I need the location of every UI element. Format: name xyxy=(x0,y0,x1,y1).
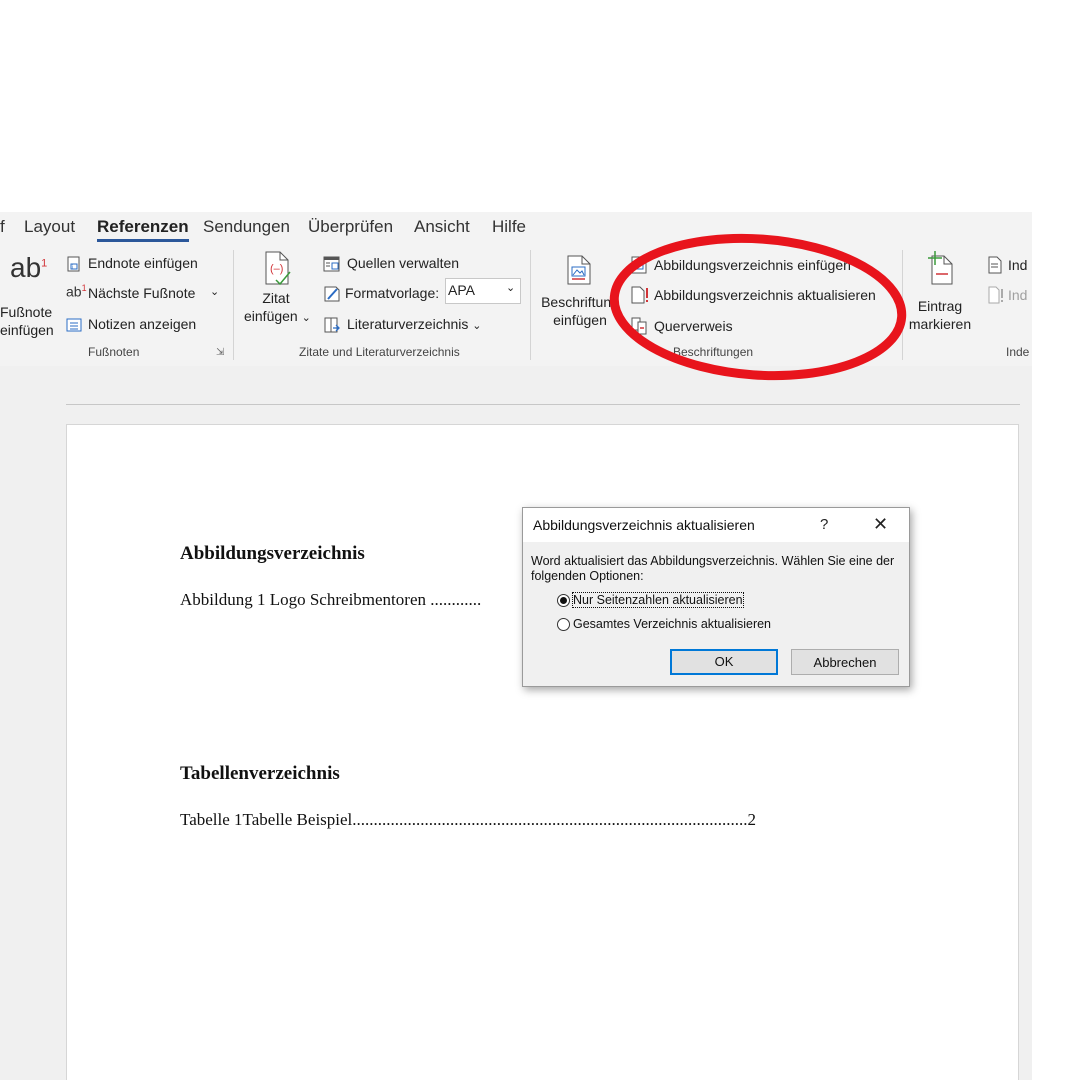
show-notes-label: Notizen anzeigen xyxy=(88,316,197,332)
radio-entire-table-label[interactable]: Gesamtes Verzeichnis aktualisieren xyxy=(573,617,771,631)
dialog-launcher-icon[interactable]: ⇲ xyxy=(216,347,224,358)
ok-button[interactable]: OK xyxy=(670,649,778,675)
update-index-icon xyxy=(988,286,1003,304)
caption-icon xyxy=(567,255,591,285)
help-icon[interactable]: ? xyxy=(820,516,828,533)
tables-heading: Tabellenverzeichnis xyxy=(180,763,340,784)
tab-view[interactable]: Ansicht xyxy=(414,217,470,237)
mark-entry-icon xyxy=(928,251,953,285)
tables-entry-page: 2 xyxy=(747,810,757,829)
update-table-dialog: Abbildungsverzeichnis aktualisieren ? ✕ … xyxy=(522,507,910,687)
footnote-icon: ab1 xyxy=(10,252,48,283)
svg-text:(–): (–) xyxy=(270,263,283,275)
group-label-index: Inde xyxy=(1006,345,1030,359)
close-icon[interactable]: ✕ xyxy=(873,514,888,535)
radio-entire-table[interactable] xyxy=(557,618,570,631)
style-icon xyxy=(324,286,340,302)
insert-endnote-label: Endnote einfügen xyxy=(88,255,198,271)
tab-mailings[interactable]: Sendungen xyxy=(203,217,290,237)
insert-citation-label-2: einfügen ⌄ xyxy=(244,308,311,324)
insert-footnote-button[interactable]: ab1 Fußnote einfügen xyxy=(0,250,62,338)
figures-heading: Abbildungsverzeichnis xyxy=(180,543,365,564)
insert-footnote-label-2: einfügen xyxy=(0,322,54,338)
radio-page-numbers-only[interactable] xyxy=(557,594,570,607)
group-label-footnotes: Fußnoten xyxy=(88,345,140,359)
tables-entry-dots: ........................................… xyxy=(352,810,748,829)
dialog-message: Word aktualisiert das Abbildungsverzeich… xyxy=(531,554,895,583)
svg-text:i: i xyxy=(72,265,73,271)
insert-footnote-label-1: Fußnote xyxy=(0,304,53,320)
figures-entry-dots: ............ xyxy=(430,590,482,609)
figures-entry-text: Abbildung 1 Logo Schreibmentoren xyxy=(180,590,426,609)
insert-citation-button[interactable]: (–) Zitat einfügen ⌄ xyxy=(244,250,311,335)
tab-help[interactable]: Hilfe xyxy=(492,217,526,237)
show-notes-icon xyxy=(66,318,82,332)
citation-icon: (–) xyxy=(265,251,291,286)
dialog-titlebar[interactable]: Abbildungsverzeichnis aktualisieren ? ✕ xyxy=(523,508,909,542)
red-highlight-ellipse xyxy=(609,233,907,381)
dialog-title: Abbildungsverzeichnis aktualisieren xyxy=(533,517,755,533)
manage-sources-icon xyxy=(323,256,340,272)
citation-style-select[interactable]: APA ⌄ xyxy=(445,278,521,304)
mark-entry-label-2: markieren xyxy=(908,316,972,332)
group-label-citations: Zitate und Literaturverzeichnis xyxy=(299,345,460,359)
mark-entry-label-1: Eintrag xyxy=(917,298,963,314)
chevron-down-icon[interactable]: ⌄ xyxy=(210,285,219,298)
ruler-line xyxy=(66,404,1020,405)
update-index-label: Ind xyxy=(1008,287,1028,303)
next-footnote-icon: ab1 xyxy=(66,283,87,300)
insert-index-icon xyxy=(988,256,1002,274)
tab-layout[interactable]: Layout xyxy=(24,217,75,237)
tab-review[interactable]: Überprüfen xyxy=(308,217,393,237)
next-footnote-label: Nächste Fußnote xyxy=(88,285,196,301)
tables-entry[interactable]: Tabelle 1Tabelle Beispiel...............… xyxy=(180,810,756,830)
group-separator xyxy=(530,250,531,360)
tab-references[interactable]: Referenzen xyxy=(97,217,189,242)
cancel-button[interactable]: Abbrechen xyxy=(791,649,899,675)
citation-style-value: APA xyxy=(448,282,475,298)
radio-page-numbers-only-label[interactable]: Nur Seitenzahlen aktualisieren xyxy=(572,592,744,608)
chevron-down-icon: ⌄ xyxy=(506,282,516,294)
group-separator xyxy=(233,250,234,360)
manage-sources-label: Quellen verwalten xyxy=(347,255,460,271)
figures-entry[interactable]: Abbildung 1 Logo Schreibmentoren .......… xyxy=(180,590,481,610)
insert-citation-label-1: Zitat xyxy=(262,290,290,306)
tab-file[interactable]: f xyxy=(0,217,5,237)
bibliography-label: Literaturverzeichnis ⌄ xyxy=(347,316,482,332)
mark-entry-button[interactable]: Eintrag markieren xyxy=(908,250,972,335)
bibliography-icon xyxy=(324,317,340,333)
citation-style-label: Formatvorlage: xyxy=(345,285,440,301)
tables-entry-text: Tabelle 1Tabelle Beispiel xyxy=(180,810,353,829)
endnote-icon: i xyxy=(67,256,80,272)
insert-index-label: Ind xyxy=(1008,257,1028,273)
